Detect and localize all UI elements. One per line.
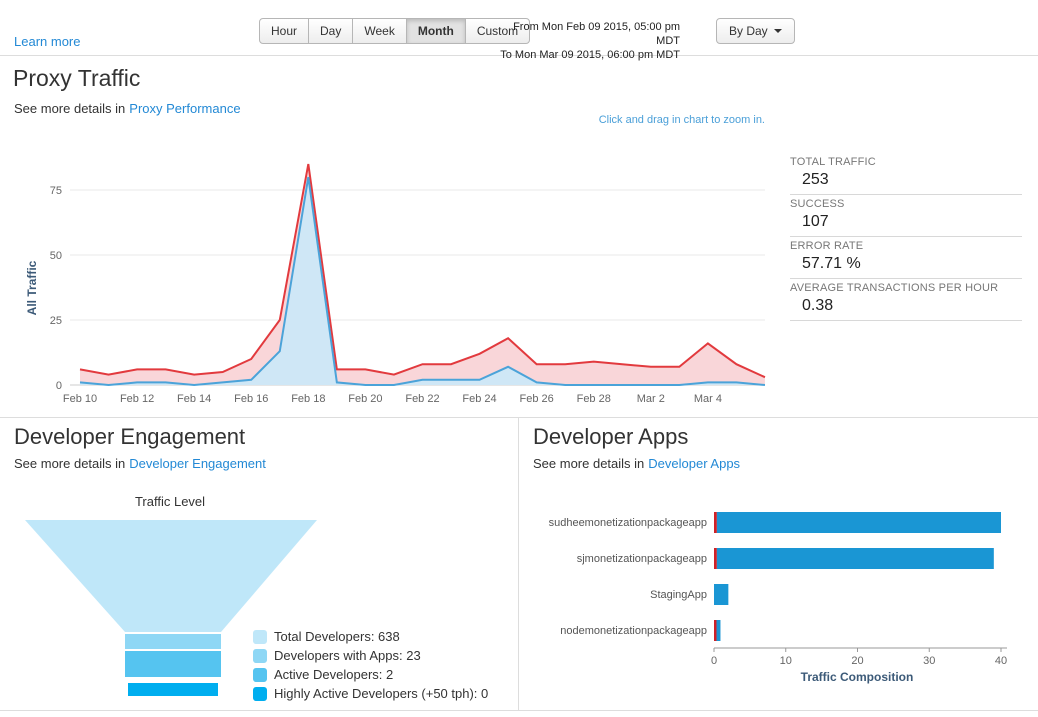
developer-apps-chart[interactable]: sudheemonetizationpackageapp sjmonetizati… (527, 492, 1032, 695)
learn-more-link[interactable]: Learn more (14, 34, 80, 49)
engagement-details: See more details in Developer Engagement (14, 456, 266, 471)
svg-text:Feb 10: Feb 10 (63, 393, 97, 405)
funnel-legend: Total Developers: 638 Developers with App… (253, 629, 488, 701)
legend-item: Total Developers: 638 (253, 629, 488, 644)
proxy-traffic-title: Proxy Traffic (13, 65, 140, 92)
svg-text:Feb 26: Feb 26 (520, 393, 554, 405)
stat-total-traffic: TOTAL TRAFFIC253 (790, 153, 1022, 195)
legend-item: Highly Active Developers (+50 tph): 0 (253, 686, 488, 701)
svg-text:50: 50 (50, 250, 62, 262)
caret-down-icon (774, 29, 782, 33)
svg-text:Feb 16: Feb 16 (234, 393, 268, 405)
apps-details: See more details in Developer Apps (533, 456, 740, 471)
developer-engagement-title: Developer Engagement (14, 424, 245, 450)
date-range-text: From Mon Feb 09 2015, 05:00 pm MDT To Mo… (498, 20, 680, 62)
stat-success: SUCCESS107 (790, 195, 1022, 237)
svg-text:Feb 22: Feb 22 (405, 393, 439, 405)
svg-text:20: 20 (851, 655, 863, 667)
stat-label: SUCCESS (790, 198, 1022, 210)
legend-item: Active Developers: 2 (253, 667, 488, 682)
stat-value: 0.38 (790, 294, 1022, 316)
svg-text:Feb 20: Feb 20 (348, 393, 382, 405)
svg-text:0: 0 (56, 380, 62, 392)
svg-text:75: 75 (50, 185, 62, 197)
svg-text:10: 10 (780, 655, 792, 667)
range-button-month[interactable]: Month (406, 18, 466, 44)
svg-text:40: 40 (995, 655, 1007, 667)
proxy-details-prefix: See more details in (14, 101, 125, 116)
svg-text:Feb 14: Feb 14 (177, 393, 211, 405)
range-button-week[interactable]: Week (352, 18, 406, 44)
legend-swatch-icon (253, 687, 267, 701)
proxy-stats-panel: TOTAL TRAFFIC253SUCCESS107ERROR RATE57.7… (790, 153, 1022, 321)
stat-error-rate: ERROR RATE57.71 % (790, 237, 1022, 279)
stat-value: 253 (790, 168, 1022, 190)
stat-value: 107 (790, 210, 1022, 232)
date-from: From Mon Feb 09 2015, 05:00 pm MDT (498, 20, 680, 48)
svg-text:StagingApp: StagingApp (650, 589, 707, 601)
legend-label: Total Developers: 638 (274, 629, 400, 644)
stat-label: TOTAL TRAFFIC (790, 156, 1022, 168)
apps-details-prefix: See more details in (533, 456, 644, 471)
svg-text:Feb 18: Feb 18 (291, 393, 325, 405)
zoom-hint: Click and drag in chart to zoom in. (599, 114, 765, 126)
stat-label: AVERAGE TRANSACTIONS PER HOUR (790, 282, 1022, 294)
developer-apps-link[interactable]: Developer Apps (648, 456, 740, 471)
svg-text:Mar 4: Mar 4 (694, 393, 722, 405)
interval-label: By Day (729, 24, 768, 38)
svg-text:Feb 24: Feb 24 (462, 393, 496, 405)
legend-swatch-icon (253, 630, 267, 644)
stat-value: 57.71 % (790, 252, 1022, 274)
svg-text:sudheemonetizationpackageapp: sudheemonetizationpackageapp (549, 517, 707, 529)
svg-text:Mar 2: Mar 2 (637, 393, 665, 405)
developer-apps-section: Developer Apps See more details in Develo… (519, 418, 1038, 710)
svg-text:0: 0 (711, 655, 717, 667)
developer-engagement-section: Developer Engagement See more details in… (0, 418, 518, 710)
topbar: Learn more HourDayWeekMonthCustom From M… (0, 0, 1038, 56)
stat-average-transactions-per-hour: AVERAGE TRANSACTIONS PER HOUR0.38 (790, 279, 1022, 321)
proxy-traffic-chart[interactable]: 0 25 50 75 Feb 10 Feb 12 Feb 14 Feb 16 Feb 18 Feb… (8, 140, 788, 415)
legend-label: Active Developers: 2 (274, 667, 393, 682)
svg-text:nodemonetizationpackageapp: nodemonetizationpackageapp (560, 625, 707, 637)
funnel-chart-title: Traffic Level (20, 494, 320, 509)
legend-label: Highly Active Developers (+50 tph): 0 (274, 686, 488, 701)
legend-label: Developers with Apps: 23 (274, 648, 421, 663)
proxy-traffic-section: Proxy Traffic See more details in Proxy P… (0, 57, 1038, 417)
range-button-hour[interactable]: Hour (259, 18, 309, 44)
developer-apps-title: Developer Apps (533, 424, 688, 450)
proxy-details: See more details in Proxy Performance (14, 101, 241, 116)
svg-text:25: 25 (50, 315, 62, 327)
legend-item: Developers with Apps: 23 (253, 648, 488, 663)
interval-dropdown-button[interactable]: By Day (716, 18, 795, 44)
svg-text:Feb 12: Feb 12 (120, 393, 154, 405)
svg-text:sjmonetizationpackageapp: sjmonetizationpackageapp (577, 553, 707, 565)
analytics-dashboard: Learn more HourDayWeekMonthCustom From M… (0, 0, 1038, 717)
svg-text:Traffic Composition: Traffic Composition (801, 670, 914, 684)
svg-text:30: 30 (923, 655, 935, 667)
svg-text:Feb 28: Feb 28 (577, 393, 611, 405)
bottom-divider (0, 710, 1038, 711)
legend-swatch-icon (253, 668, 267, 682)
svg-text:All Traffic: All Traffic (25, 260, 39, 315)
stat-label: ERROR RATE (790, 240, 1022, 252)
developer-engagement-link[interactable]: Developer Engagement (129, 456, 266, 471)
proxy-performance-link[interactable]: Proxy Performance (129, 101, 240, 116)
range-button-day[interactable]: Day (308, 18, 353, 44)
time-range-buttons: HourDayWeekMonthCustom (259, 18, 530, 44)
engagement-details-prefix: See more details in (14, 456, 125, 471)
legend-swatch-icon (253, 649, 267, 663)
